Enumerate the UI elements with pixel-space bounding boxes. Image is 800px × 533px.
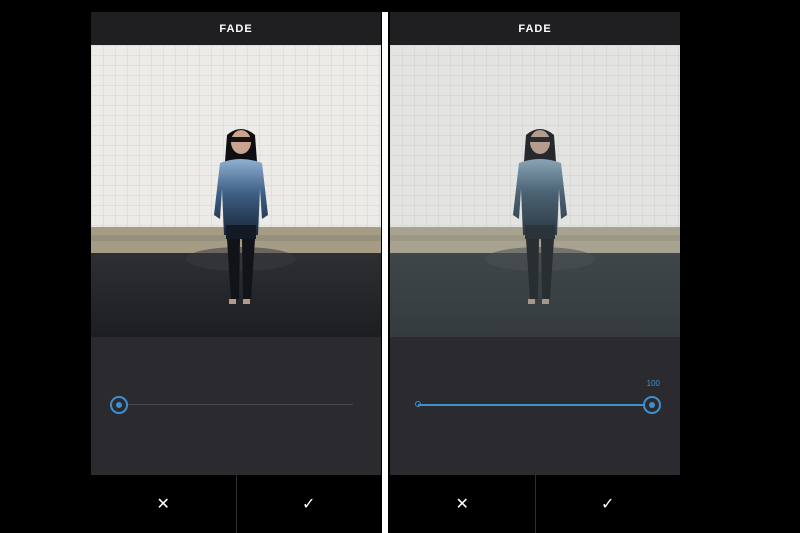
slider-knob-icon[interactable] (643, 396, 661, 414)
fade-slider[interactable] (110, 395, 361, 415)
tool-title: FADE (91, 12, 381, 45)
cancel-button[interactable]: ✕ (91, 475, 236, 533)
comparison-divider (382, 12, 388, 533)
confirm-button[interactable]: ✓ (237, 475, 382, 533)
cancel-button[interactable]: ✕ (390, 475, 535, 533)
slider-value-label: 100 (646, 379, 660, 388)
adjustment-area: 100 (390, 337, 680, 475)
fade-slider[interactable] (410, 395, 661, 415)
edit-panel-before: FADE ✕ ✓ (91, 12, 381, 533)
close-icon: ✕ (455, 496, 469, 513)
slider-track-fill (418, 404, 652, 406)
checkmark-icon: ✓ (302, 496, 316, 513)
close-icon: ✕ (156, 496, 170, 513)
slider-knob-icon[interactable] (110, 396, 128, 414)
adjustment-area (91, 337, 381, 475)
slider-track[interactable] (119, 404, 353, 405)
tool-title: FADE (390, 12, 680, 45)
checkmark-icon: ✓ (601, 496, 615, 513)
confirm-button[interactable]: ✓ (536, 475, 681, 533)
edit-panel-after: FADE 100 ✕ ✓ (390, 12, 680, 533)
action-bar: ✕ ✓ (390, 475, 680, 533)
action-bar: ✕ ✓ (91, 475, 381, 533)
photo-preview-faded (390, 45, 680, 337)
slider-origin-marker (415, 401, 421, 407)
photo-preview (91, 45, 381, 337)
